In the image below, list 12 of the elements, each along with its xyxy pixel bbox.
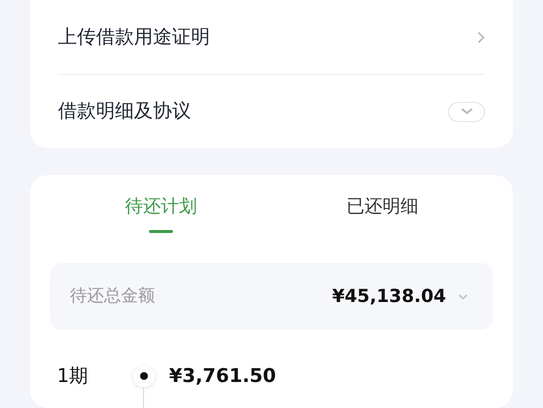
chevron-down-icon[interactable] xyxy=(460,108,472,115)
tab[interactable]: 已还明细 xyxy=(272,175,493,263)
period-label: 1期 xyxy=(57,364,90,389)
expand-toggle[interactable] xyxy=(448,102,485,122)
tab[interactable]: 待还计划 xyxy=(50,175,272,263)
total-label: 待还总金额 xyxy=(70,284,156,308)
total-amount: ¥45,138.04 xyxy=(332,285,446,309)
installment-amount: ¥3,761.50 xyxy=(169,364,276,389)
loan-details-label: 借款明细及协议 xyxy=(58,99,191,124)
chevron-right-icon[interactable] xyxy=(477,30,485,44)
chevron-down-icon[interactable] xyxy=(458,294,468,300)
upload-proof-link[interactable]: 上传借款用途证明 xyxy=(58,22,210,52)
